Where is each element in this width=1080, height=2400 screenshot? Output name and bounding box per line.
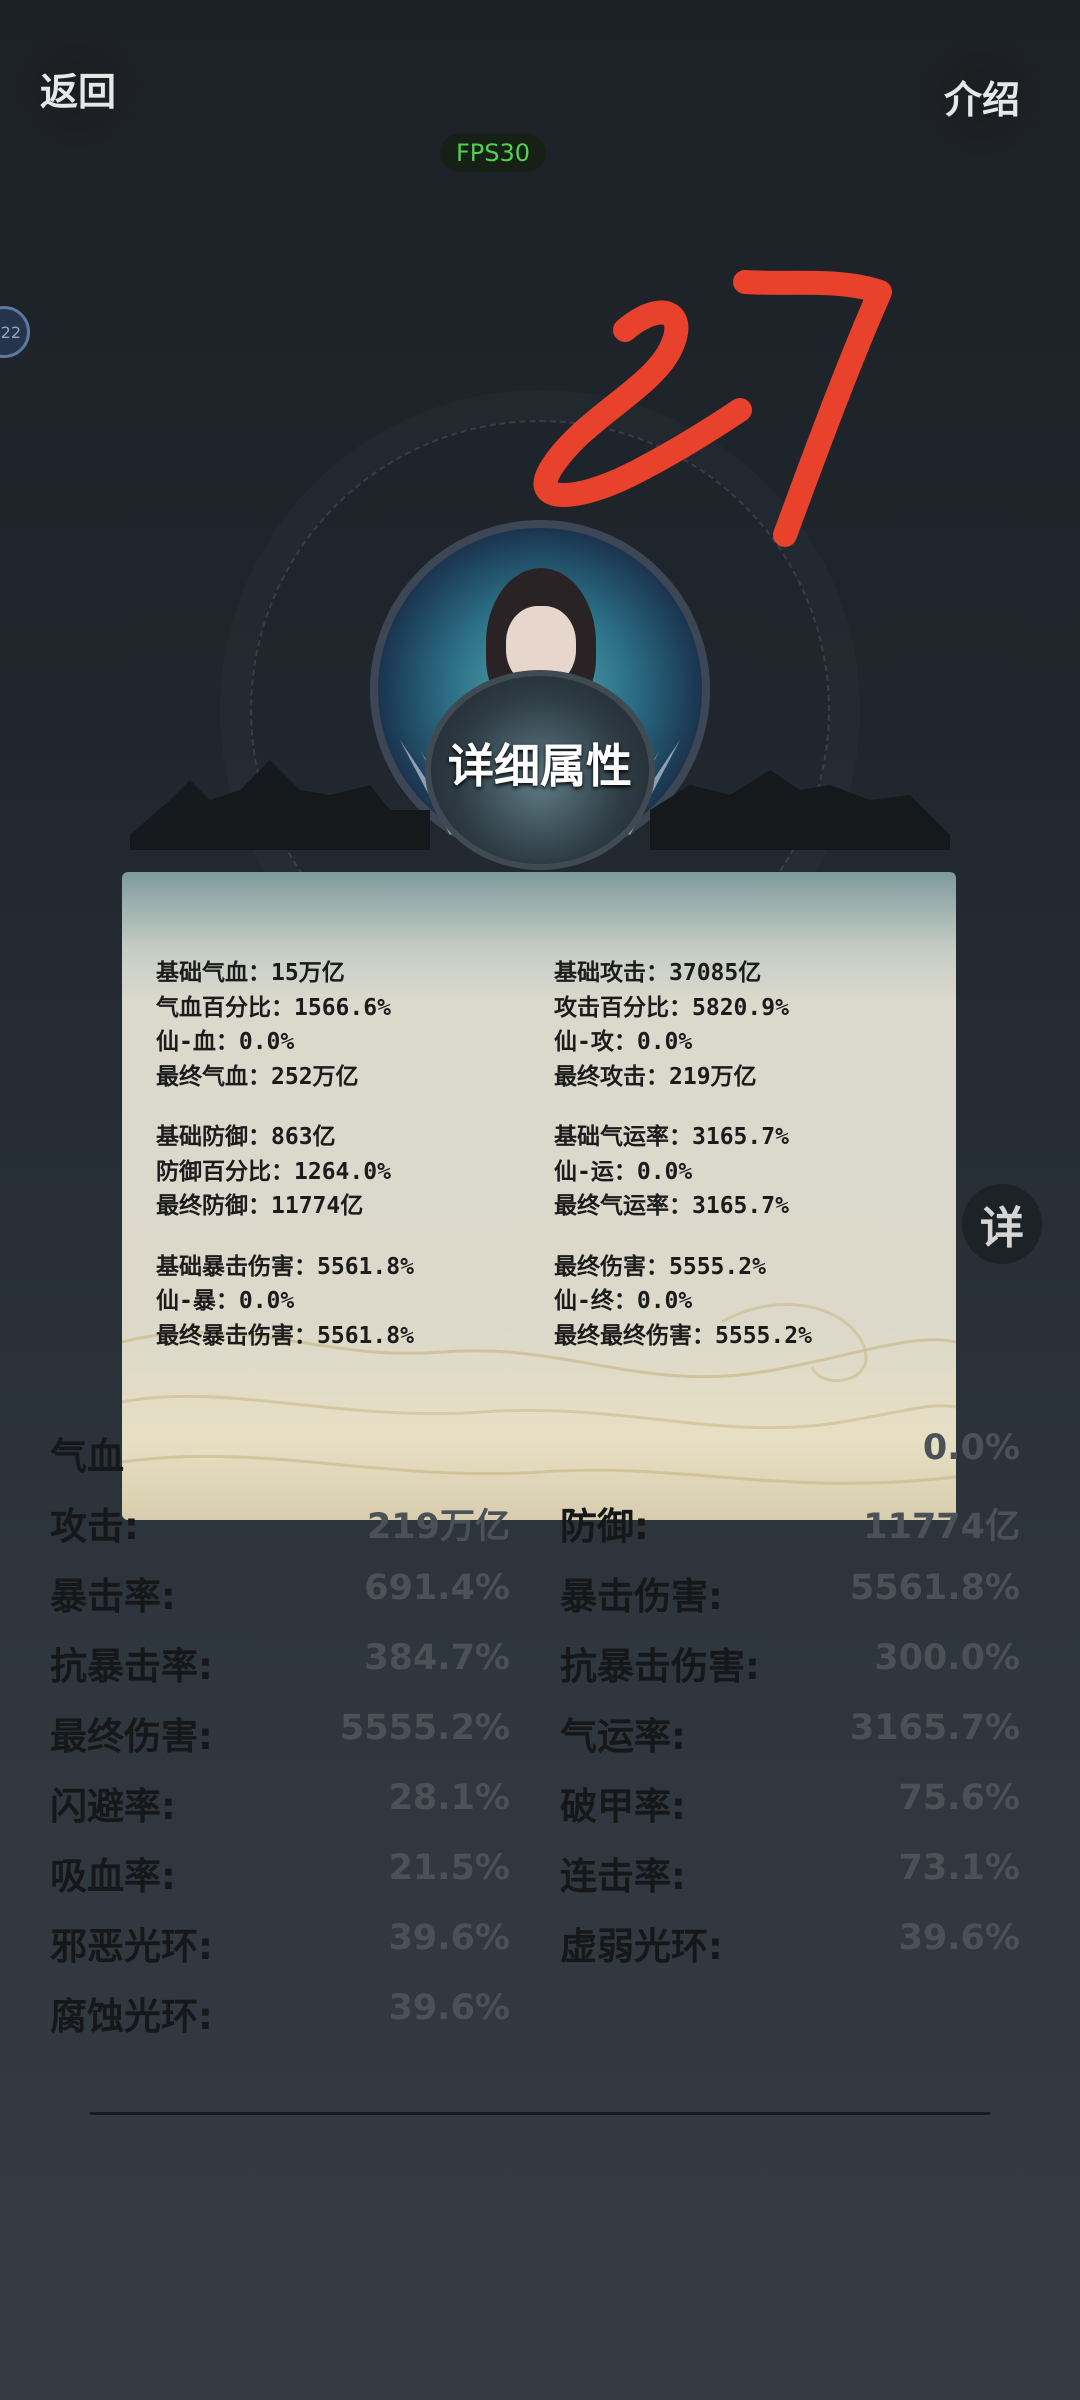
intro-button[interactable]: 介绍 [922, 36, 1042, 156]
attribute-label: 闪避率: [50, 1785, 176, 1828]
attribute-value: 300.0% [874, 1638, 1020, 1678]
attribute-value: 11774亿 [863, 1507, 1020, 1547]
attribute-row: 攻击: 219万亿 防御: 11774亿 [50, 1486, 1020, 1556]
attribute-value: 73.1% [898, 1848, 1020, 1888]
attribute-label: 虚弱光环: [560, 1925, 723, 1968]
stat-line: 基础气运率：3165.7% [554, 1124, 789, 1150]
attribute-value: 39.6% [388, 1918, 510, 1958]
attack-group: 基础攻击：37085亿 攻击百分比：5820.9% 仙-攻：0.0% 最终攻击：… [554, 956, 812, 1094]
stat-line: 仙-暴：0.0% [156, 1288, 295, 1314]
attribute-label: 最终伤害: [50, 1715, 213, 1758]
handwritten-27-annotation [533, 270, 892, 547]
attribute-label: 防御: [560, 1505, 649, 1548]
stat-line: 仙-血：0.0% [156, 1029, 295, 1055]
attribute-label: 攻击: [50, 1505, 139, 1548]
attribute-value: 39.6% [388, 1988, 510, 2028]
attribute-label: 吸血率: [50, 1855, 176, 1898]
attribute-row: 最终伤害: 5555.2% 气运率: 3165.7% [50, 1696, 1020, 1766]
stat-line: 仙-攻：0.0% [554, 1029, 693, 1055]
stat-line: 仙-运：0.0% [554, 1158, 693, 1185]
health-group: 基础气血：15万亿 气血百分比：1566.6% 仙-血：0.0% 最终气血：25… [156, 956, 414, 1094]
attribute-label: 破甲率: [560, 1785, 686, 1828]
attribute-row: 邪恶光环: 39.6% 虚弱光环: 39.6% [50, 1906, 1020, 1976]
stat-line: 防御百分比：1264.0% [156, 1158, 391, 1185]
attribute-label: 连击率: [560, 1855, 686, 1898]
attribute-row: 闪避率: 28.1% 破甲率: 75.6% [50, 1766, 1020, 1836]
back-button[interactable]: 返回 [18, 28, 138, 148]
stat-line: 攻击百分比：5820.9% [554, 994, 789, 1021]
stat-line: 气血百分比：1566.6% [156, 994, 391, 1021]
attribute-value: 691.4% [364, 1568, 510, 1608]
luck-group: 基础气运率：3165.7% 仙-运：0.0% 最终气运率：3165.7% [554, 1120, 812, 1224]
attribute-value: 384.7% [364, 1638, 510, 1678]
attribute-value: 0.0% [922, 1428, 1020, 1468]
stat-line: 最终气血：252万亿 [156, 1063, 359, 1090]
stat-line: 最终伤害：5555.2% [554, 1253, 766, 1280]
attribute-label: 腐蚀光环: [50, 1995, 213, 2038]
stat-line: 基础气血：15万亿 [156, 960, 345, 986]
attribute-label: 气运率: [560, 1715, 686, 1758]
crit-damage-group: 基础暴击伤害：5561.8% 仙-暴：0.0% 最终暴击伤害：5561.8% [156, 1250, 414, 1354]
stat-line: 最终攻击：219万亿 [554, 1063, 757, 1090]
stat-line: 最终防御：11774亿 [156, 1193, 364, 1219]
stat-line: 仙-终：0.0% [554, 1288, 693, 1314]
stat-line: 基础防御：863亿 [156, 1124, 336, 1150]
detail-toggle-button[interactable]: 详 [962, 1184, 1042, 1264]
attribute-value: 75.6% [898, 1778, 1020, 1818]
attribute-label: 暴击率: [50, 1575, 176, 1618]
attribute-row: 腐蚀光环: 39.6% [50, 1976, 1020, 2046]
attribute-row: 气血 0.0% [50, 1416, 1020, 1486]
side-badge[interactable]: 22 [0, 306, 30, 358]
stat-line: 基础攻击：37085亿 [554, 960, 762, 986]
attribute-label: 抗暴击伤害: [560, 1645, 760, 1688]
attribute-value: 3165.7% [849, 1708, 1020, 1748]
final-damage-group: 最终伤害：5555.2% 仙-终：0.0% 最终最终伤害：5555.2% [554, 1250, 812, 1354]
attribute-row: 抗暴击率: 384.7% 抗暴击伤害: 300.0% [50, 1626, 1020, 1696]
attribute-value: 5561.8% [849, 1568, 1020, 1608]
stat-line: 最终最终伤害：5555.2% [554, 1322, 812, 1349]
attribute-value: 28.1% [388, 1778, 510, 1818]
attribute-label: 暴击伤害: [560, 1575, 723, 1618]
attribute-row: 暴击率: 691.4% 暴击伤害: 5561.8% [50, 1556, 1020, 1626]
attribute-value: 5555.2% [339, 1708, 510, 1748]
bottom-divider [90, 2112, 990, 2115]
stat-line: 最终气运率：3165.7% [554, 1193, 789, 1219]
stat-line: 基础暴击伤害：5561.8% [156, 1253, 414, 1280]
attribute-row: 吸血率: 21.5% 连击率: 73.1% [50, 1836, 1020, 1906]
detail-right-column: 基础攻击：37085亿 攻击百分比：5820.9% 仙-攻：0.0% 最终攻击：… [554, 956, 812, 1379]
attribute-value: 21.5% [388, 1848, 510, 1888]
panel-title: 详细属性 [448, 739, 632, 793]
attribute-label: 气血 [50, 1435, 124, 1478]
defense-group: 基础防御：863亿 防御百分比：1264.0% 最终防御：11774亿 [156, 1120, 414, 1224]
attribute-value: 39.6% [898, 1918, 1020, 1958]
stat-line: 最终暴击伤害：5561.8% [156, 1322, 414, 1349]
fps-counter: FPS30 [440, 134, 546, 172]
attribute-label: 抗暴击率: [50, 1645, 213, 1688]
attribute-value: 219万亿 [366, 1507, 510, 1547]
attribute-list: 气血 0.0% 攻击: 219万亿 防御: 11774亿 暴击率: 691.4%… [50, 1416, 1020, 2046]
detail-left-column: 基础气血：15万亿 气血百分比：1566.6% 仙-血：0.0% 最终气血：25… [156, 956, 414, 1379]
attribute-label: 邪恶光环: [50, 1925, 213, 1968]
